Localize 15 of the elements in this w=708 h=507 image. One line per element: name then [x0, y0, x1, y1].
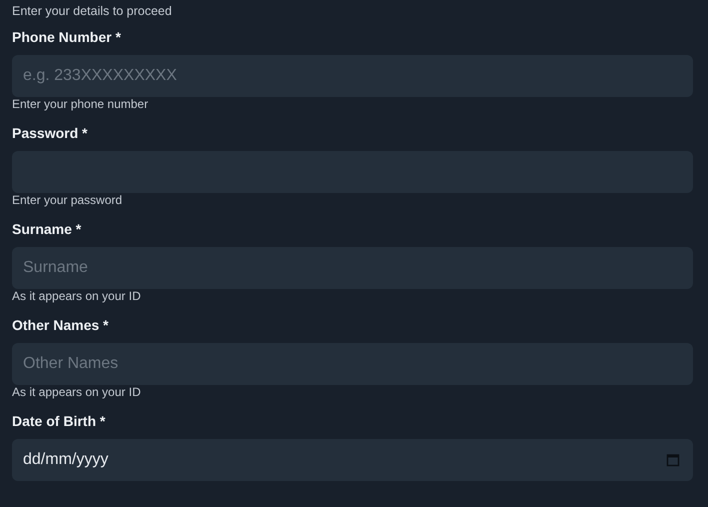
calendar-icon[interactable] [666, 453, 680, 467]
form-subtitle: Enter your details to proceed [12, 3, 173, 20]
field-label: Surname * [12, 220, 82, 238]
field-label: Password * [12, 124, 88, 142]
helper-text: As it appears on your ID [12, 385, 142, 399]
helper-text: Enter your password [12, 193, 124, 207]
input-field[interactable]: Other Names [12, 343, 693, 385]
field-label: Phone Number * [12, 28, 122, 46]
helper-text: Enter your phone number [12, 97, 150, 111]
field-label: Date of Birth * [12, 412, 106, 430]
date-field[interactable]: dd/mm/yyyy [12, 439, 693, 481]
input-field[interactable]: Surname [12, 247, 693, 289]
field-label: Other Names * [12, 316, 110, 334]
helper-text: As it appears on your ID [12, 289, 142, 303]
input-field[interactable]: e.g. 233XXXXXXXXX [12, 55, 693, 97]
